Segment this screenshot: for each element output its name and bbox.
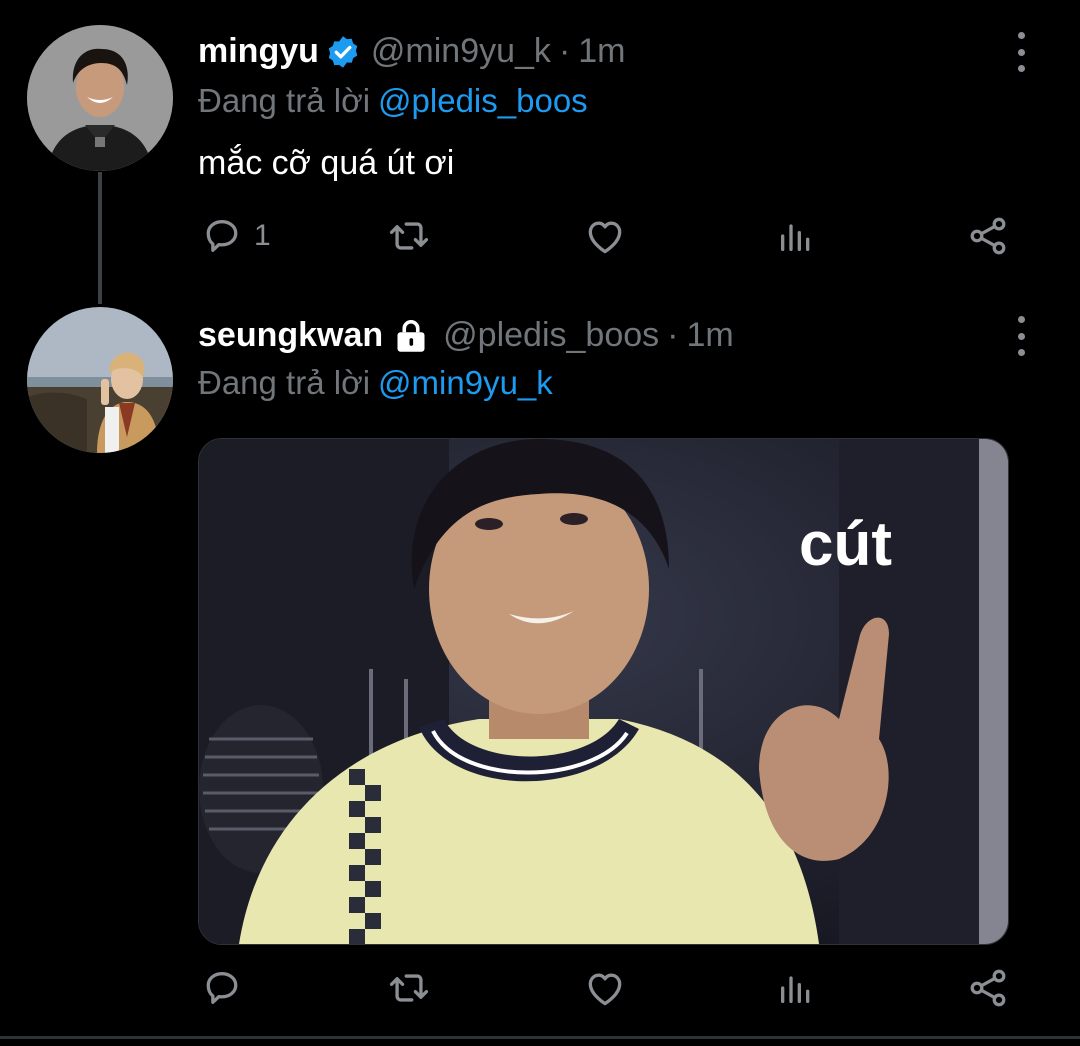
retweet-icon xyxy=(389,974,429,1002)
retweet-icon xyxy=(389,222,429,250)
tweet-text: mắc cỡ quá út ơi xyxy=(198,144,455,182)
more-options-button[interactable] xyxy=(1004,316,1038,356)
reply-prefix: Đang trả lời xyxy=(198,82,371,119)
share-icon xyxy=(970,217,1006,255)
like-button[interactable] xyxy=(582,214,628,258)
analytics-icon xyxy=(781,224,810,251)
share-button[interactable] xyxy=(966,966,1010,1010)
like-icon xyxy=(588,221,622,254)
like-button[interactable] xyxy=(582,966,628,1010)
bottom-divider xyxy=(0,1036,1080,1039)
handle[interactable]: @pledis_boos xyxy=(443,316,659,355)
analytics-button[interactable] xyxy=(776,966,816,1010)
lock-icon xyxy=(393,318,429,354)
share-button[interactable] xyxy=(966,214,1010,258)
replying-to: Đang trả lời @min9yu_k xyxy=(198,364,553,402)
timestamp[interactable]: 1m xyxy=(578,32,625,71)
tweet-header-mingyu: mingyu @min9yu_k · 1m xyxy=(198,32,626,71)
tweet-actions-seungkwan xyxy=(196,966,1026,1016)
reply-prefix: Đang trả lời xyxy=(198,364,371,401)
reply-button[interactable]: 1 xyxy=(200,214,271,258)
separator-dot: · xyxy=(667,316,679,354)
share-icon xyxy=(970,969,1006,1007)
avatar-seungkwan-image xyxy=(27,307,173,453)
reply-icon xyxy=(206,220,238,252)
retweet-button[interactable] xyxy=(386,966,432,1010)
more-icon xyxy=(1017,32,1025,39)
display-name[interactable]: mingyu xyxy=(198,32,319,71)
handle[interactable]: @min9yu_k xyxy=(371,32,551,71)
avatar-seungkwan[interactable] xyxy=(27,307,173,453)
display-name[interactable]: seungkwan xyxy=(198,316,383,355)
media-caption-text: cút xyxy=(799,510,892,579)
analytics-icon xyxy=(781,976,810,1003)
avatar-mingyu[interactable] xyxy=(27,25,173,171)
verified-badge-icon xyxy=(325,34,361,70)
more-icon xyxy=(1017,316,1025,323)
reply-mention-link[interactable]: @min9yu_k xyxy=(378,364,553,401)
reply-count: 1 xyxy=(254,219,271,252)
reply-mention-link[interactable]: @pledis_boos xyxy=(378,82,588,119)
reply-button[interactable] xyxy=(200,966,254,1010)
analytics-button[interactable] xyxy=(776,214,816,258)
separator-dot: · xyxy=(558,32,571,70)
avatar-mingyu-image xyxy=(27,25,173,171)
thread-connector-line xyxy=(98,172,102,304)
reply-icon xyxy=(206,972,238,1004)
tweet-media-image[interactable]: cút xyxy=(198,438,1009,945)
more-options-button[interactable] xyxy=(1004,32,1038,72)
tweet-actions-mingyu: 1 xyxy=(196,214,1026,264)
retweet-button[interactable] xyxy=(386,214,432,258)
like-icon xyxy=(588,973,622,1006)
replying-to: Đang trả lời @pledis_boos xyxy=(198,82,588,120)
tweet-header-seungkwan: seungkwan @pledis_boos · 1m xyxy=(198,316,734,355)
timestamp[interactable]: 1m xyxy=(687,316,734,355)
